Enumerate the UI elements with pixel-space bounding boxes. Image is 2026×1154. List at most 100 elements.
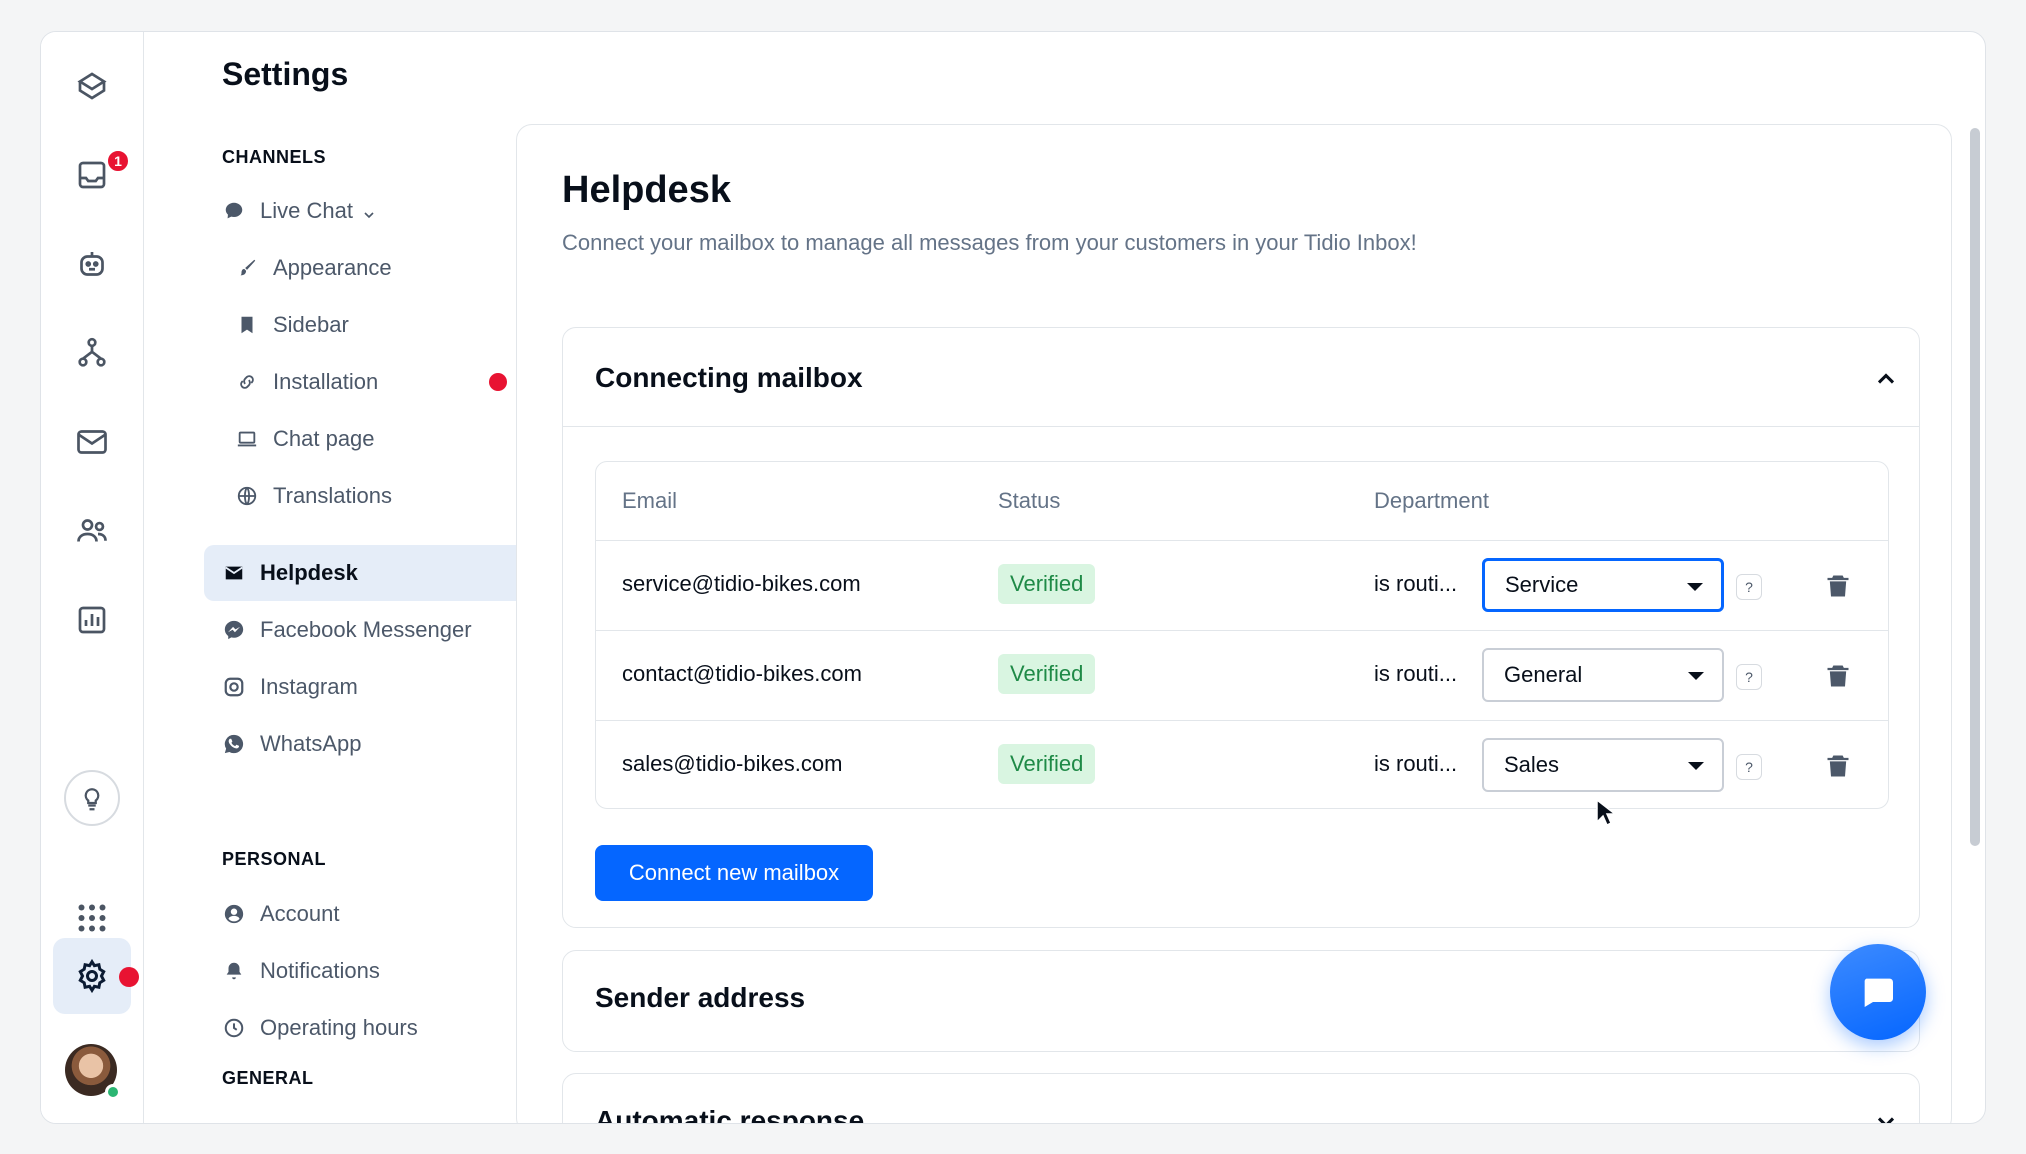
globe-icon (235, 484, 259, 508)
section-general: GENERAL (222, 1068, 314, 1088)
sidebar-item-sidebar[interactable]: Sidebar (204, 297, 534, 353)
page-subtitle: Connect your mailbox to manage all messa… (562, 230, 1417, 255)
sidebar-item-label: Instagram (260, 674, 358, 699)
chevron-down-icon[interactable] (1872, 1108, 1900, 1123)
instagram-icon (222, 675, 246, 699)
sidebar-item-label: Notifications (260, 958, 380, 983)
analytics-icon[interactable] (53, 582, 131, 658)
sidebar-item-instagram[interactable]: Instagram (204, 659, 534, 715)
section-personal: PERSONAL (222, 849, 327, 869)
sidebar-item-chat-page[interactable]: Chat page (204, 411, 534, 467)
trash-icon[interactable] (1824, 751, 1852, 781)
page-title: Helpdesk (562, 169, 731, 211)
sidebar-item-label: Helpdesk (260, 560, 358, 585)
bot-icon[interactable] (53, 226, 131, 302)
sidebar-item-label: Live Chat (260, 198, 353, 223)
chevron-down-icon (361, 203, 377, 219)
chevron-up-icon[interactable] (1872, 365, 1900, 393)
sidebar-item-helpdesk[interactable]: Helpdesk (204, 545, 534, 601)
bell-icon (222, 959, 246, 983)
table-row: sales@tidio-bikes.com Verified is routi.… (596, 720, 1888, 810)
section-channels: CHANNELS (222, 147, 327, 167)
sidebar-item-operating-hours[interactable]: Operating hours (204, 1000, 534, 1056)
panel-title: Connecting mailbox (595, 362, 863, 393)
department-select[interactable]: Service (1482, 558, 1724, 612)
status-badge: Verified (998, 564, 1096, 604)
status-badge: Verified (998, 654, 1096, 694)
sender-address-panel[interactable]: Sender address (562, 950, 1920, 1052)
laptop-icon (235, 427, 259, 451)
routing-label: is routi... (1374, 661, 1458, 686)
link-icon (235, 370, 259, 394)
sidebar-item-whatsapp[interactable]: WhatsApp (204, 716, 534, 772)
tips-lightbulb-icon[interactable] (64, 770, 120, 826)
contacts-icon[interactable] (53, 493, 131, 569)
sidebar-item-label: WhatsApp (260, 731, 362, 756)
automatic-response-panel[interactable]: Automatic response (562, 1073, 1920, 1124)
sidebar-item-account[interactable]: Account (204, 886, 534, 942)
help-icon[interactable]: ? (1736, 664, 1762, 690)
messenger-icon (222, 618, 246, 642)
bookmark-icon (235, 313, 259, 337)
sidebar-item-label: Installation (273, 369, 379, 394)
envelope-icon (222, 561, 246, 585)
department-value: General (1504, 662, 1583, 687)
trash-icon[interactable] (1824, 571, 1852, 601)
help-icon[interactable]: ? (1736, 754, 1762, 780)
inbox-icon[interactable]: 1 (53, 137, 131, 213)
column-header-email: Email (622, 488, 678, 513)
icon-rail: 1 (41, 32, 144, 1123)
flows-icon[interactable] (53, 315, 131, 391)
caret-down-icon (1687, 583, 1703, 591)
sidebar-item-label: Translations (273, 483, 393, 508)
brush-icon (235, 256, 259, 280)
mailbox-email: service@tidio-bikes.com (622, 571, 861, 596)
sidebar-item-live-chat[interactable]: Live Chat (204, 183, 534, 239)
sidebar-title: Settings (222, 56, 349, 92)
sidebar-item-facebook-messenger[interactable]: Facebook Messenger (204, 602, 534, 658)
sidebar-item-label: Account (260, 901, 340, 926)
inbox-unread-badge: 1 (106, 149, 130, 173)
mailbox-table: Email Status Department service@tidio-bi… (595, 461, 1889, 809)
department-value: Service (1505, 572, 1579, 597)
sidebar-item-notifications[interactable]: Notifications (204, 943, 534, 999)
sidebar-item-label: Appearance (273, 255, 392, 280)
chat-widget-button[interactable] (1830, 944, 1926, 1040)
routing-label: is routi... (1374, 571, 1458, 596)
department-value: Sales (1504, 752, 1560, 777)
user-circle-icon (222, 902, 246, 926)
sidebar-item-translations[interactable]: Translations (204, 468, 534, 524)
online-status-dot (105, 1084, 121, 1100)
sidebar-item-label: Operating hours (260, 1015, 418, 1040)
sidebar-item-label: Sidebar (273, 312, 349, 337)
app-window: 1 Settings CHANNELS Live Chat Appearance… (40, 31, 1986, 1124)
department-select[interactable]: Sales (1482, 738, 1724, 792)
mailbox-email: sales@tidio-bikes.com (622, 751, 843, 776)
caret-down-icon (1688, 762, 1704, 770)
settings-alert-dot (119, 967, 139, 987)
scrollbar[interactable] (1970, 128, 1980, 846)
clock-icon (222, 1016, 246, 1040)
mailbox-email: contact@tidio-bikes.com (622, 661, 862, 686)
whatsapp-icon (222, 732, 246, 756)
help-icon[interactable]: ? (1736, 574, 1762, 600)
sidebar-item-label: Chat page (273, 426, 375, 451)
trash-icon[interactable] (1824, 661, 1852, 691)
caret-down-icon (1688, 672, 1704, 680)
column-header-status: Status (998, 488, 1061, 513)
panel-title: Sender address (595, 982, 806, 1013)
chat-bubble-icon (1864, 978, 1893, 1007)
sidebar-item-installation[interactable]: Installation (204, 354, 534, 410)
sidebar-item-label: Facebook Messenger (260, 617, 472, 642)
table-row: service@tidio-bikes.com Verified is rout… (596, 540, 1888, 630)
dashboard-icon[interactable] (53, 48, 131, 124)
routing-label: is routi... (1374, 751, 1458, 776)
connect-new-mailbox-button[interactable]: Connect new mailbox (595, 845, 873, 901)
department-select[interactable]: General (1482, 648, 1724, 702)
divider (563, 426, 1919, 427)
avatar[interactable] (65, 1044, 121, 1100)
panel-title: Automatic response (595, 1105, 865, 1124)
chat-bubble-icon (222, 199, 246, 223)
sidebar-item-appearance[interactable]: Appearance (204, 240, 534, 296)
email-marketing-icon[interactable] (53, 404, 131, 480)
